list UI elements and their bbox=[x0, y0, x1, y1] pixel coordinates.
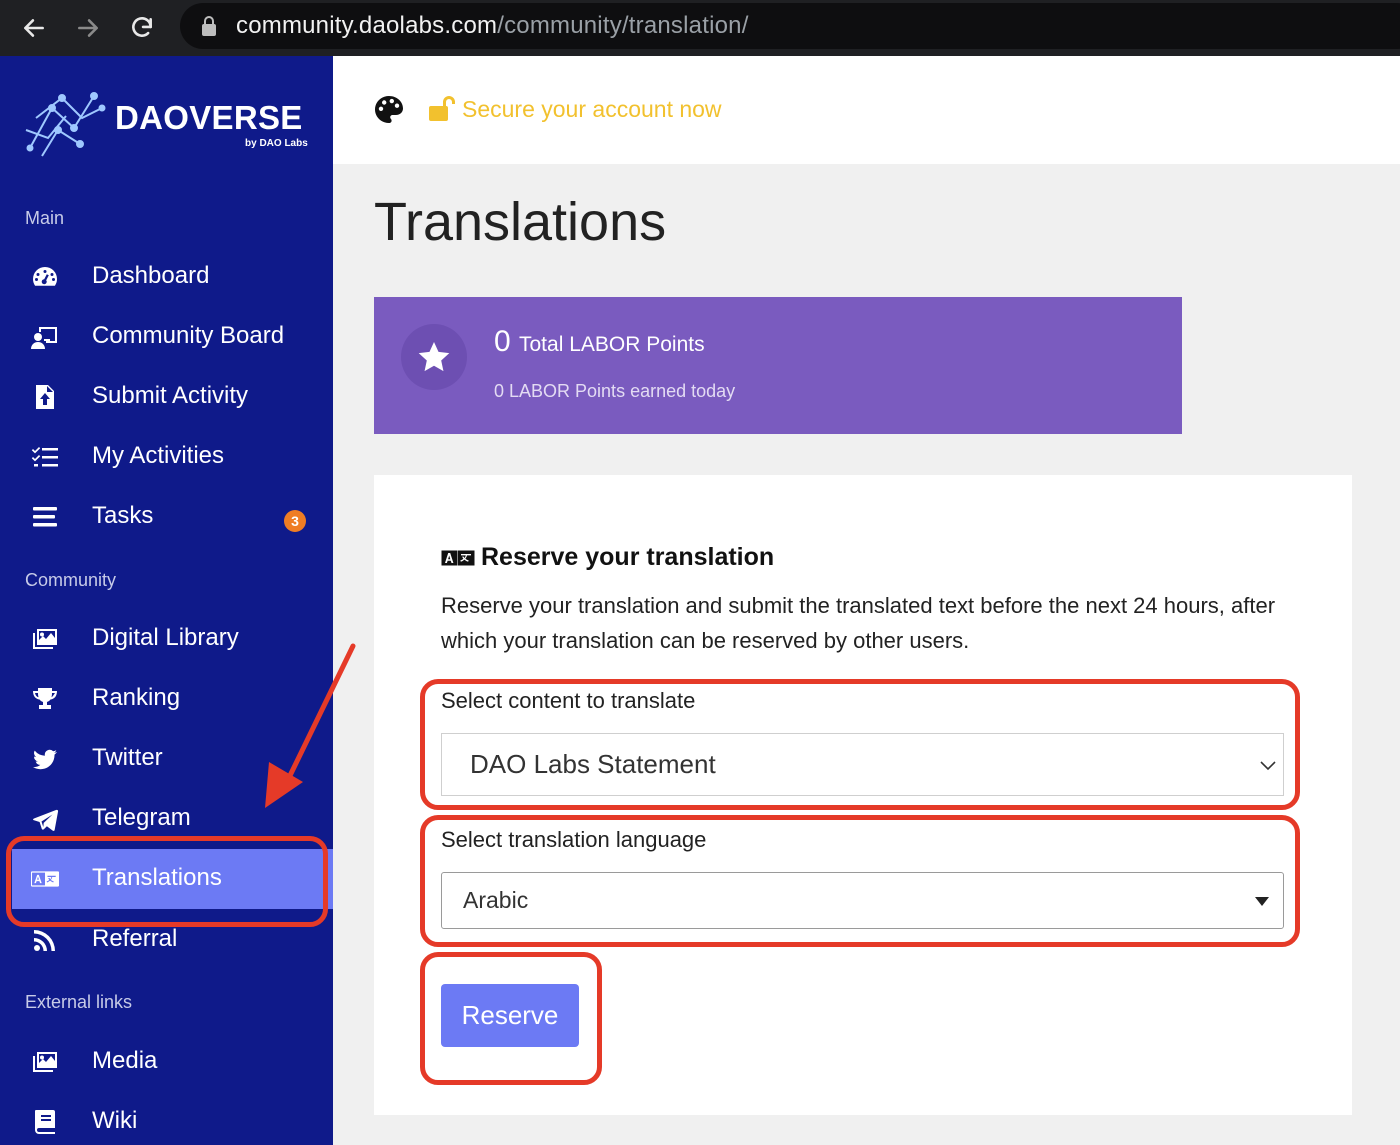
sidebar-item-label: My Activities bbox=[92, 442, 225, 469]
star-icon bbox=[418, 342, 450, 372]
sidebar-item-label: Submit Activity bbox=[92, 382, 249, 409]
sidebar-item-submit-activity[interactable]: Submit Activity bbox=[0, 367, 333, 427]
section-label-external-links: External links bbox=[25, 992, 133, 1012]
reload-button[interactable] bbox=[122, 8, 162, 48]
total-points-label: Total LABOR Points bbox=[519, 333, 705, 356]
daoverse-logo-icon bbox=[25, 92, 106, 157]
sidebar-item-label: Tasks bbox=[92, 502, 154, 529]
arrow-right-icon bbox=[78, 19, 98, 37]
sidebar-item-wiki[interactable]: Wiki bbox=[0, 1092, 333, 1145]
top-header: Secure your account now bbox=[333, 56, 1400, 164]
palette-icon[interactable] bbox=[373, 94, 405, 126]
url-path: /community/translation/ bbox=[497, 12, 749, 39]
sidebar-item-label: Ranking bbox=[92, 684, 181, 711]
form-description: Reserve your translation and submit the … bbox=[441, 593, 1276, 653]
sidebar-item-label: Digital Library bbox=[92, 624, 239, 651]
language-icon bbox=[441, 550, 475, 566]
annotation-highlight-language-select bbox=[420, 815, 1300, 947]
file-upload-icon bbox=[30, 383, 60, 411]
unlock-icon bbox=[429, 96, 455, 121]
address-bar[interactable]: community.daolabs.com/community/translat… bbox=[180, 3, 1400, 49]
bars-icon bbox=[30, 503, 60, 531]
tasks-count-badge: 3 bbox=[284, 510, 306, 532]
annotation-highlight-reserve-button bbox=[420, 952, 602, 1085]
form-heading: Reserve your translation bbox=[481, 543, 775, 571]
reload-icon bbox=[132, 17, 152, 37]
star-icon-circle bbox=[401, 324, 467, 390]
gauge-icon bbox=[30, 263, 60, 291]
lock-icon bbox=[202, 16, 216, 36]
chalkboard-user-icon bbox=[30, 323, 60, 351]
twitter-icon bbox=[30, 745, 60, 773]
sidebar-item-community-board[interactable]: Community Board bbox=[0, 307, 333, 367]
sidebar-item-dashboard[interactable]: Dashboard bbox=[0, 247, 333, 307]
section-label-main: Main bbox=[25, 208, 65, 228]
logo-text: DAOVERSE bbox=[115, 99, 303, 136]
sidebar-item-label: Telegram bbox=[92, 804, 191, 831]
sidebar: DAOVERSE by DAO Labs Main Dashboard Comm… bbox=[0, 56, 333, 1145]
sidebar-item-label: Twitter bbox=[92, 744, 163, 771]
sidebar-item-label: Media bbox=[92, 1047, 158, 1074]
book-icon bbox=[30, 1108, 60, 1136]
labor-points-card: 0 Total LABOR Points 0 LABOR Points earn… bbox=[374, 297, 1182, 434]
total-points-value: 0 bbox=[494, 325, 511, 358]
sidebar-item-label: Dashboard bbox=[92, 262, 210, 289]
section-label-community: Community bbox=[25, 570, 117, 590]
telegram-icon bbox=[30, 805, 60, 833]
logo-subtext: by DAO Labs bbox=[245, 138, 308, 149]
secure-account-link[interactable]: Secure your account now bbox=[462, 96, 722, 123]
back-button[interactable] bbox=[14, 8, 54, 48]
rss-icon bbox=[30, 926, 60, 954]
url-text: community.daolabs.com/community/translat… bbox=[236, 12, 749, 40]
images-icon bbox=[30, 625, 60, 653]
daoverse-logo[interactable]: DAOVERSE by DAO Labs bbox=[22, 78, 322, 164]
browser-toolbar: community.daolabs.com/community/translat… bbox=[0, 0, 1400, 56]
sidebar-item-label: Community Board bbox=[92, 322, 285, 349]
list-check-icon bbox=[30, 443, 60, 471]
annotation-arrow-icon bbox=[265, 643, 356, 808]
arrow-left-icon bbox=[24, 19, 44, 37]
images-icon bbox=[30, 1048, 60, 1076]
sidebar-item-my-activities[interactable]: My Activities bbox=[0, 427, 333, 487]
forward-button[interactable] bbox=[68, 8, 108, 48]
url-host: community.daolabs.com bbox=[236, 12, 498, 39]
points-today-text: 0 LABOR Points earned today bbox=[494, 381, 736, 401]
page-title: Translations bbox=[374, 192, 667, 252]
sidebar-item-label: Referral bbox=[92, 925, 178, 952]
sidebar-item-label: Wiki bbox=[92, 1107, 138, 1134]
sidebar-item-media[interactable]: Media bbox=[0, 1032, 333, 1092]
trophy-icon bbox=[30, 685, 60, 713]
annotation-highlight-content-select bbox=[420, 679, 1300, 810]
annotation-highlight-translations bbox=[6, 836, 328, 927]
sidebar-item-tasks[interactable]: Tasks bbox=[0, 487, 333, 547]
